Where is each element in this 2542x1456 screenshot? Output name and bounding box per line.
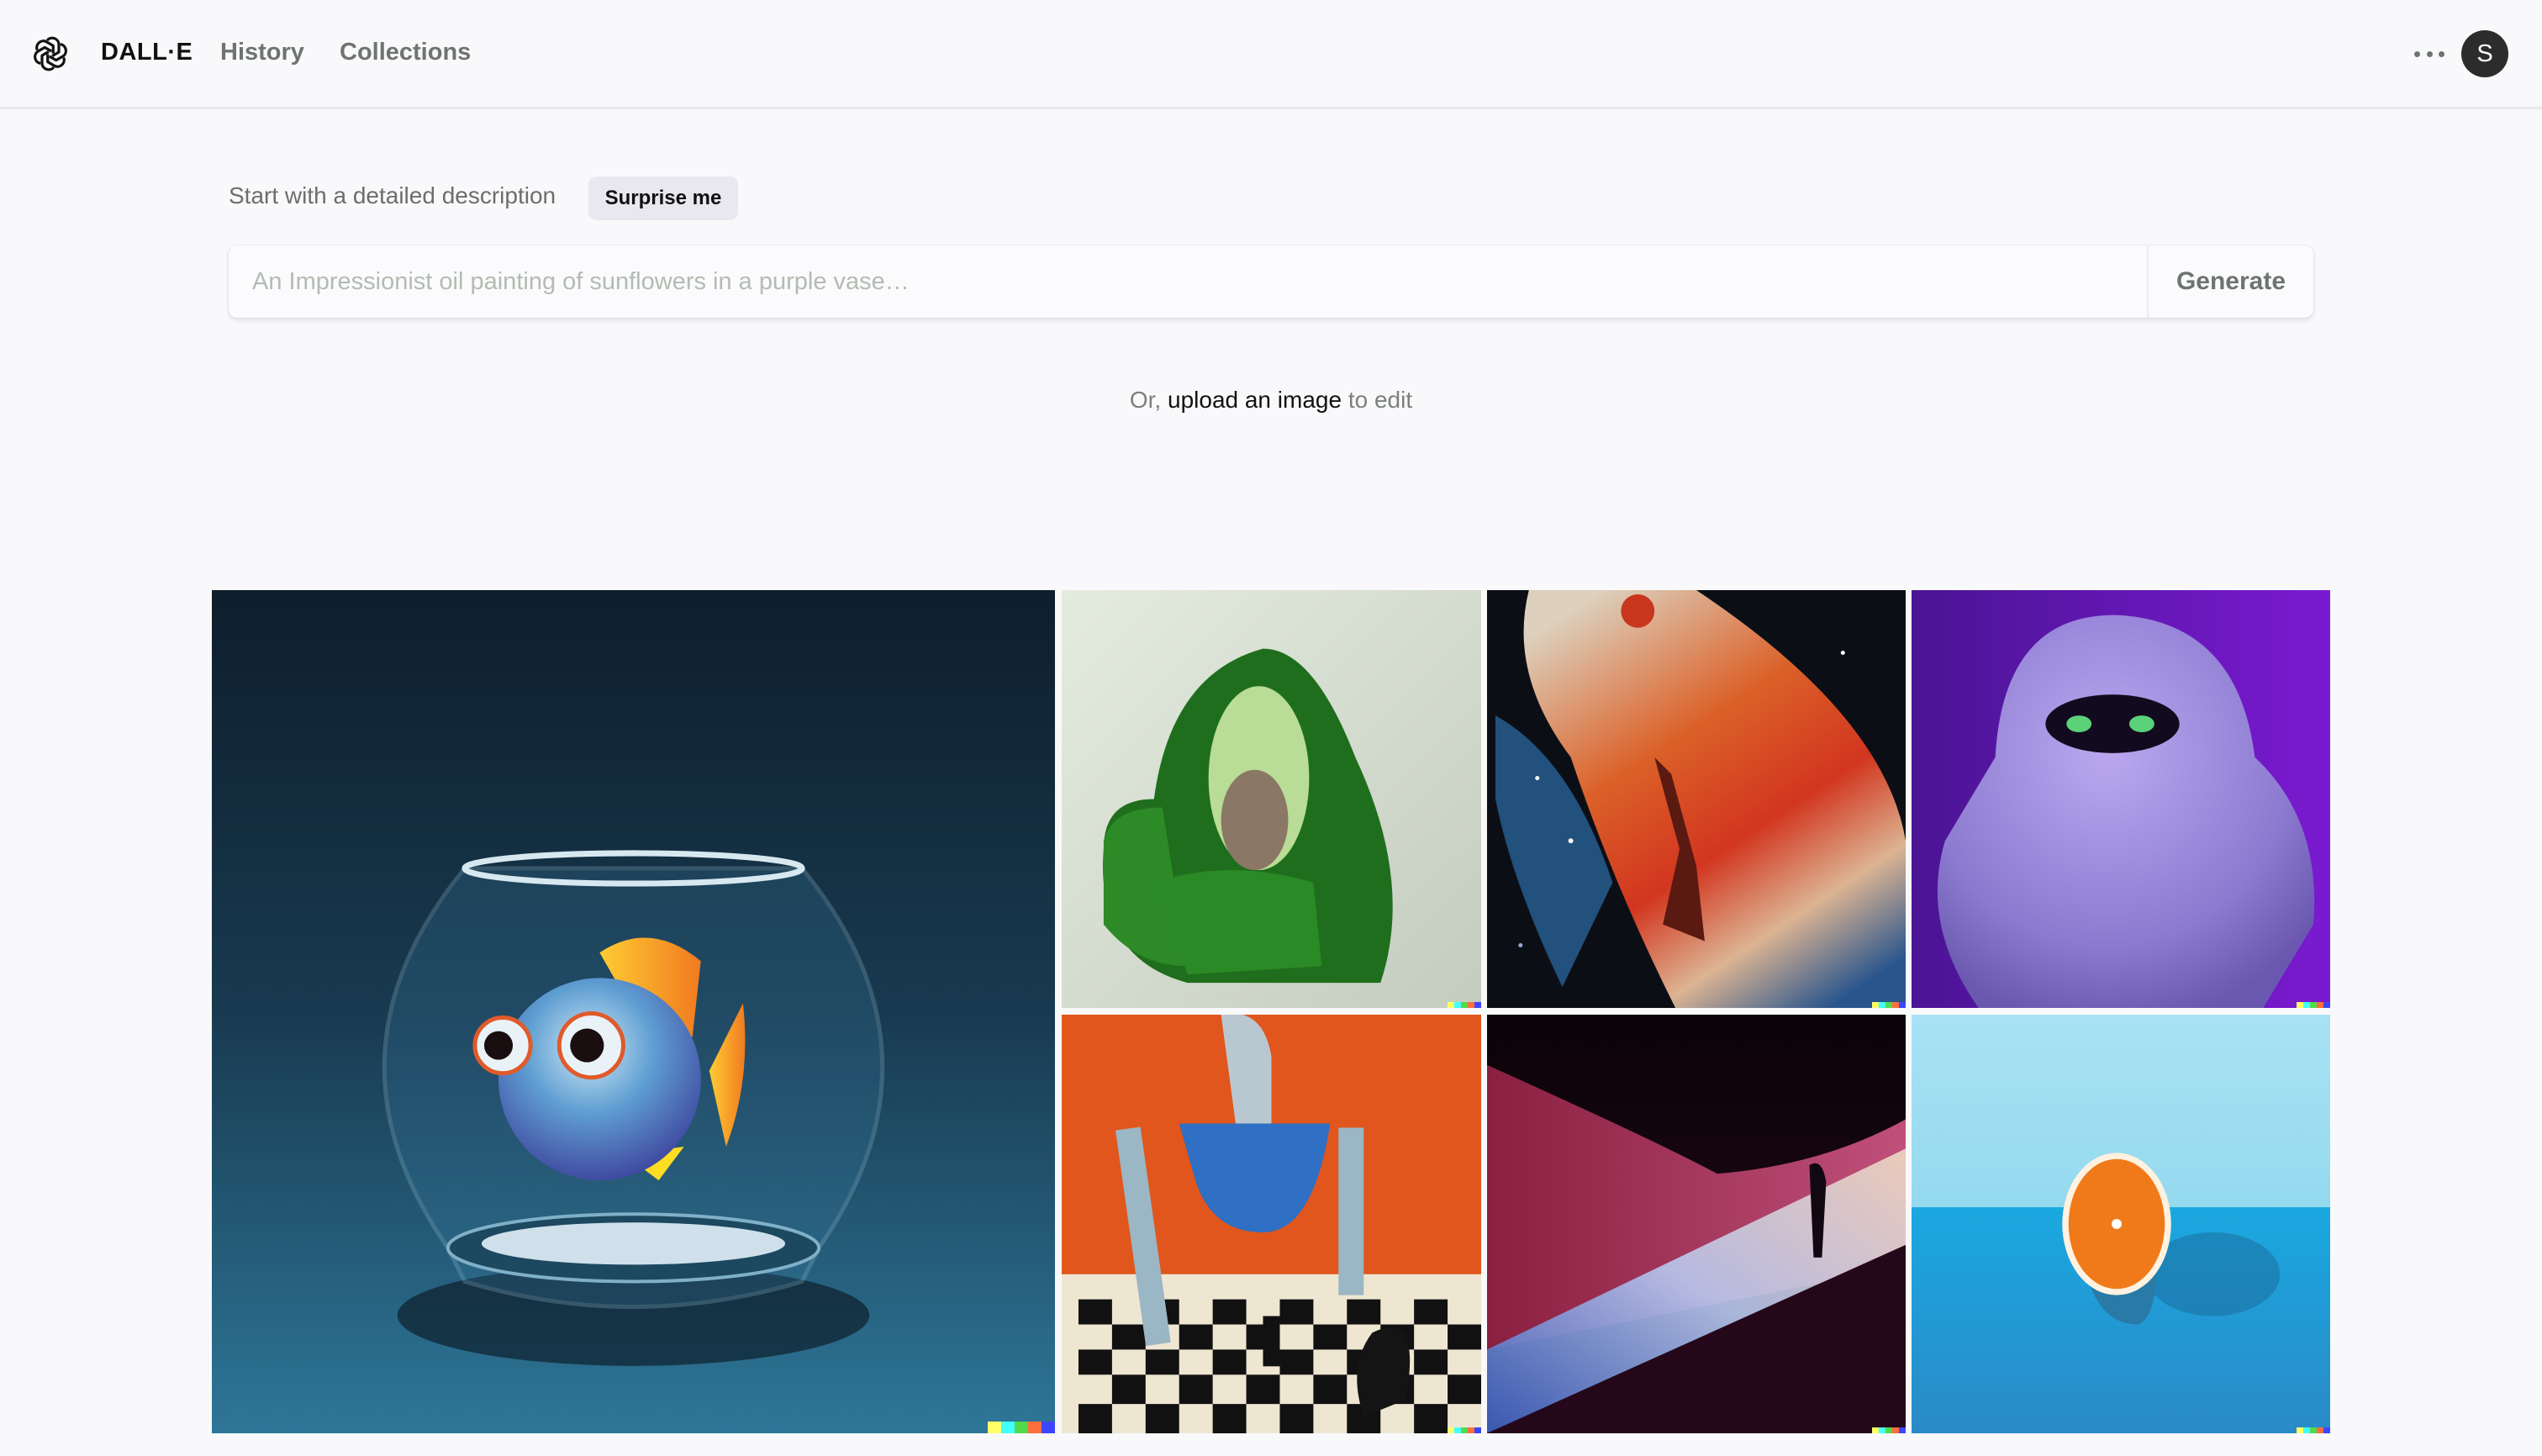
ellipsis-icon [2414, 50, 2420, 57]
gallery-image-surreal-dunes[interactable] [1487, 1015, 1906, 1433]
gallery-image-fishbowl[interactable] [212, 590, 1055, 1433]
watermark-swatch [1474, 1427, 1481, 1433]
nav-collections[interactable]: Collections [340, 39, 471, 66]
dalle-watermark [2297, 1427, 2330, 1433]
watermark-swatch [2310, 1002, 2317, 1008]
watermark-swatch [1448, 1002, 1454, 1008]
dalle-watermark [1448, 1427, 1481, 1433]
more-options-button[interactable] [2414, 44, 2444, 64]
purple-monster-artwork [1912, 590, 2330, 1008]
prompt-bar: Generate [229, 245, 2313, 318]
watermark-swatch [2303, 1427, 2310, 1433]
watermark-swatch [2317, 1002, 2323, 1008]
watermark-swatch [1468, 1002, 1474, 1008]
brand-title[interactable]: DALL·E [101, 39, 192, 66]
dalle-watermark [1872, 1002, 1906, 1008]
surreal-dunes-artwork [1487, 1015, 1906, 1433]
watermark-swatch [2317, 1427, 2323, 1433]
watermark-swatch [1001, 1422, 1015, 1433]
fishbowl-artwork [212, 590, 1055, 1433]
openai-logo-icon[interactable] [32, 35, 69, 72]
generate-button[interactable]: Generate [2147, 245, 2313, 318]
watermark-swatch [1872, 1427, 1879, 1433]
prompt-instruction-label: Start with a detailed description [229, 182, 556, 208]
watermark-swatch [1892, 1427, 1899, 1433]
watermark-swatch [1448, 1427, 1454, 1433]
watermark-swatch [1885, 1427, 1892, 1433]
gallery-image-cosmic-basketball[interactable] [1487, 590, 1906, 1008]
ellipsis-icon [2439, 50, 2444, 57]
watermark-swatch [1474, 1002, 1481, 1008]
nav-history[interactable]: History [220, 39, 304, 66]
watermark-swatch [1879, 1002, 1885, 1008]
dalle-watermark [988, 1422, 1055, 1433]
dalle-watermark [1448, 1002, 1481, 1008]
user-avatar[interactable]: S [2461, 30, 2508, 77]
upload-image-link[interactable]: upload an image [1168, 387, 1342, 413]
ellipsis-icon [2426, 50, 2433, 57]
watermark-swatch [2310, 1427, 2317, 1433]
watermark-swatch [988, 1422, 1001, 1433]
dalle-watermark [2297, 1002, 2330, 1008]
watermark-swatch [1899, 1427, 1906, 1433]
watermark-swatch [1042, 1422, 1055, 1433]
gallery-image-purple-monster[interactable] [1912, 590, 2330, 1008]
gallery-image-half-orange[interactable] [1912, 1015, 2330, 1433]
watermark-swatch [2323, 1002, 2330, 1008]
half-orange-artwork [1912, 1015, 2330, 1433]
avocado-chair-artwork [1062, 590, 1481, 1008]
watermark-swatch [2323, 1427, 2330, 1433]
watermark-swatch [1028, 1422, 1042, 1433]
watermark-swatch [1468, 1427, 1474, 1433]
upload-image-line: Or, upload an image to edit [0, 387, 2542, 414]
cosmic-basketball-artwork [1487, 590, 1906, 1008]
watermark-swatch [1879, 1427, 1885, 1433]
gallery-image-avocado-chair[interactable] [1062, 590, 1481, 1008]
prompt-input[interactable] [229, 245, 2147, 318]
watermark-swatch [1461, 1002, 1468, 1008]
robot-chess-artwork [1062, 1015, 1481, 1433]
surprise-me-button[interactable]: Surprise me [588, 177, 738, 220]
gallery-image-robot-chess[interactable] [1062, 1015, 1481, 1433]
top-nav-bar: DALL·E History Collections S [0, 0, 2542, 109]
watermark-swatch [1454, 1427, 1461, 1433]
watermark-swatch [1454, 1002, 1461, 1008]
watermark-swatch [2297, 1002, 2303, 1008]
watermark-swatch [2297, 1427, 2303, 1433]
dalle-watermark [1872, 1427, 1906, 1433]
watermark-swatch [1872, 1002, 1879, 1008]
watermark-swatch [1015, 1422, 1028, 1433]
upload-prefix: Or, [1129, 387, 1168, 413]
watermark-swatch [1461, 1427, 1468, 1433]
upload-suffix: to edit [1342, 387, 1413, 413]
watermark-swatch [1899, 1002, 1906, 1008]
watermark-swatch [2303, 1002, 2310, 1008]
watermark-swatch [1885, 1002, 1892, 1008]
watermark-swatch [1892, 1002, 1899, 1008]
